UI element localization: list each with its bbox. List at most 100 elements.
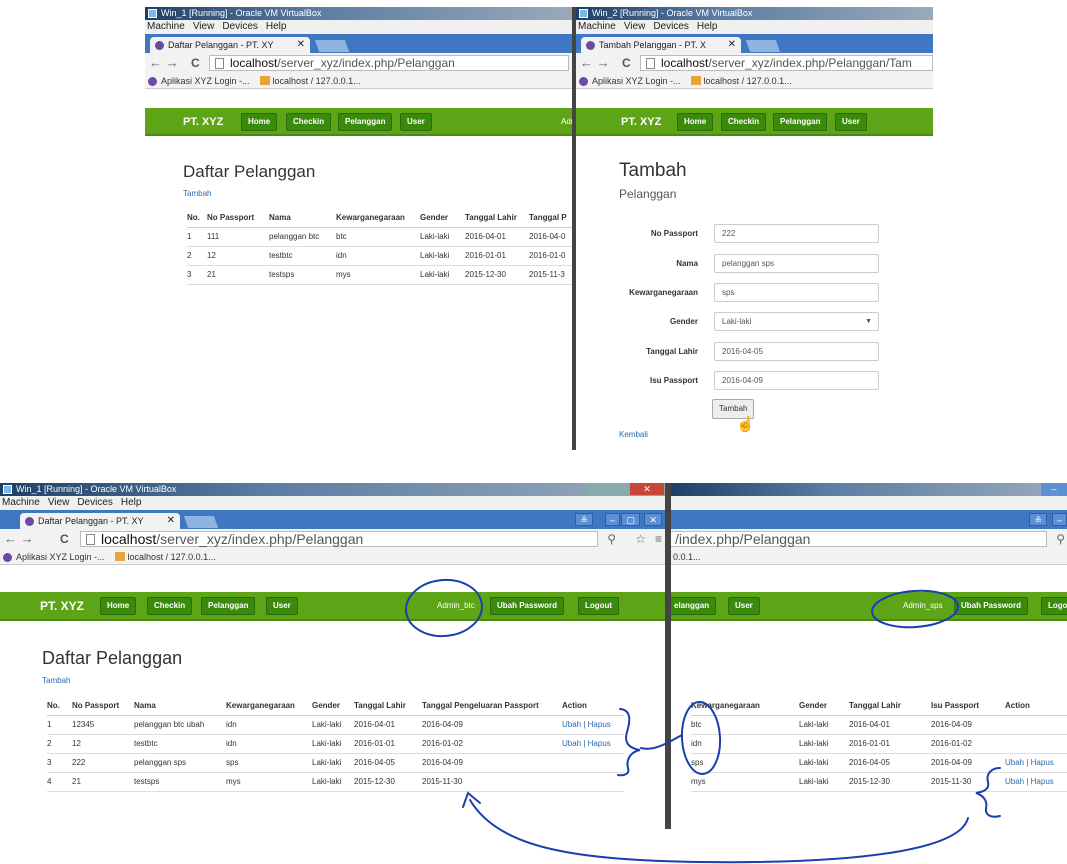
- admin-label[interactable]: Admin_btc: [437, 592, 475, 620]
- select-gender[interactable]: Laki-laki ▼: [714, 312, 879, 331]
- admin-label[interactable]: Admin_sps: [903, 592, 943, 620]
- bookmark-item[interactable]: localhost / 127.0.0.1...: [704, 76, 792, 86]
- ubah-password-button[interactable]: Ubah Password: [954, 597, 1029, 615]
- back-forward-icon[interactable]: ← →: [580, 53, 610, 73]
- input-no-passport[interactable]: 222: [714, 224, 879, 243]
- input-kewarganegaraan[interactable]: sps: [714, 283, 879, 302]
- browser-tab[interactable]: Tambah Pelanggan - PT. X ✕: [581, 37, 741, 53]
- back-forward-icon[interactable]: ← →: [149, 53, 179, 73]
- nav-pelanggan[interactable]: elanggan: [671, 597, 717, 615]
- window-titlebar[interactable]: Win_2 [Running] - Oracle VM VirtualBox: [576, 7, 933, 20]
- zoom-icon[interactable]: ⚲: [607, 529, 616, 549]
- nav-checkin[interactable]: Checkin: [286, 113, 332, 131]
- browser-tab[interactable]: Daftar Pelanggan - PT. XY ✕: [20, 513, 180, 529]
- table-row: 3 21 testsps mys Laki-laki 2015-12-30 2015-11-…: [187, 265, 575, 285]
- input-nama[interactable]: pelanggan sps: [714, 254, 879, 273]
- close-tab-icon[interactable]: ✕: [297, 37, 305, 53]
- nav-pelanggan[interactable]: Pelanggan: [338, 113, 393, 131]
- reload-icon[interactable]: C: [622, 53, 631, 73]
- ubah-password-button[interactable]: Ubah Password: [490, 597, 565, 615]
- ubah-hapus-link[interactable]: Ubah | Hapus: [1005, 777, 1054, 786]
- menu-view[interactable]: View: [193, 21, 215, 32]
- minimize-icon[interactable]: –: [604, 513, 620, 526]
- bookmark-item[interactable]: Aplikasi XYZ Login -...: [16, 552, 105, 562]
- url-input[interactable]: localhost/server_xyz/index.php/Pelanggan…: [640, 55, 933, 71]
- menu-help[interactable]: Help: [266, 21, 287, 32]
- pelanggan-table: No. No Passport Nama Kewarganegaraan Gender T…: [187, 209, 575, 285]
- input-tanggal-lahir[interactable]: 2016-04-05: [714, 342, 879, 361]
- menu-help[interactable]: Help: [121, 497, 142, 508]
- window-titlebar[interactable]: –: [671, 483, 1067, 496]
- menu-devices[interactable]: Devices: [653, 21, 689, 32]
- nav-checkin[interactable]: Checkin: [721, 113, 767, 131]
- tambah-link[interactable]: Tambah: [42, 676, 70, 685]
- dropdown-arrow-icon: ▼: [865, 318, 872, 325]
- back-forward-icon[interactable]: ← →: [4, 529, 34, 549]
- kembali-link[interactable]: Kembali: [619, 430, 648, 439]
- brand-logo[interactable]: PT. XYZ: [183, 108, 223, 136]
- reload-icon[interactable]: C: [60, 529, 69, 549]
- nav-checkin[interactable]: Checkin: [147, 597, 193, 615]
- menu-machine[interactable]: Machine: [147, 21, 185, 32]
- close-tab-icon[interactable]: ✕: [167, 513, 175, 529]
- nav-user[interactable]: User: [266, 597, 298, 615]
- close-tab-icon[interactable]: ✕: [728, 37, 736, 53]
- ubah-hapus-link[interactable]: Ubah | Hapus: [1005, 758, 1054, 767]
- ubah-hapus-link[interactable]: Ubah | Hapus: [562, 720, 611, 729]
- logout-button[interactable]: Logout: [578, 597, 620, 615]
- nav-home[interactable]: Home: [677, 113, 714, 131]
- bookmark-item[interactable]: localhost / 127.0.0.1...: [273, 76, 361, 86]
- menu-help[interactable]: Help: [697, 21, 718, 32]
- browser-tabstrip: Daftar Pelanggan - PT. XY ✕ ≗ – ▢ ✕: [0, 510, 668, 529]
- zoom-icon[interactable]: ⚲: [1056, 529, 1065, 549]
- menu-devices[interactable]: Devices: [77, 497, 113, 508]
- new-tab-button[interactable]: [314, 40, 350, 52]
- nav-user[interactable]: User: [835, 113, 867, 131]
- menu-icon[interactable]: ≡: [655, 529, 662, 549]
- tambah-link[interactable]: Tambah: [183, 189, 211, 198]
- window-title: Win_1 [Running] - Oracle VM VirtualBox: [16, 484, 177, 494]
- bookmarks-bar: Aplikasi XYZ Login -... localhost / 127.0…: [576, 73, 933, 89]
- profile-icon[interactable]: ≗: [1029, 513, 1047, 526]
- reload-icon[interactable]: C: [191, 53, 200, 73]
- brand-logo[interactable]: PT. XYZ: [40, 592, 84, 620]
- brand-logo[interactable]: PT. XYZ: [621, 108, 661, 136]
- nav-home[interactable]: Home: [100, 597, 137, 615]
- url-input[interactable]: localhost/server_xyz/index.php/Pelanggan: [209, 55, 569, 71]
- new-tab-button[interactable]: [183, 516, 219, 528]
- profile-icon[interactable]: ≗: [575, 513, 593, 526]
- nav-pelanggan[interactable]: Pelanggan: [201, 597, 256, 615]
- input-isu-passport[interactable]: 2016-04-09: [714, 371, 879, 390]
- logout-button[interactable]: Logou: [1041, 597, 1067, 615]
- menu-machine[interactable]: Machine: [2, 497, 40, 508]
- menu-devices[interactable]: Devices: [222, 21, 258, 32]
- label-nama: Nama: [676, 259, 698, 268]
- window-controls[interactable]: –: [1041, 483, 1067, 496]
- bookmark-item[interactable]: Aplikasi XYZ Login -...: [592, 76, 681, 86]
- menu-view[interactable]: View: [48, 497, 70, 508]
- new-tab-button[interactable]: [745, 40, 781, 52]
- window-titlebar[interactable]: Win_1 [Running] - Oracle VM VirtualBox: [145, 7, 575, 20]
- close-window-icon[interactable]: ✕: [630, 483, 664, 495]
- nav-home[interactable]: Home: [241, 113, 278, 131]
- vm-window-3: Win_1 [Running] - Oracle VM VirtualBox ✕…: [0, 483, 668, 829]
- bookmark-item[interactable]: localhost / 127.0.0.1...: [128, 552, 216, 562]
- menu-machine[interactable]: Machine: [578, 21, 616, 32]
- star-icon[interactable]: ☆: [635, 529, 646, 549]
- url-input[interactable]: /index.php/Pelanggan: [671, 531, 1047, 547]
- ubah-hapus-link[interactable]: Ubah | Hapus: [562, 739, 611, 748]
- browser-tab[interactable]: Daftar Pelanggan - PT. XY ✕: [150, 37, 310, 53]
- bookmark-item[interactable]: Aplikasi XYZ Login -...: [161, 76, 250, 86]
- minimize-icon[interactable]: –: [1051, 513, 1067, 526]
- nav-pelanggan[interactable]: Pelanggan: [773, 113, 828, 131]
- table-row: 1 12345 pelanggan btc ubah idn Laki-laki 2016…: [47, 715, 624, 735]
- label-gender: Gender: [669, 317, 698, 326]
- close-browser-icon[interactable]: ✕: [644, 513, 662, 526]
- window-titlebar[interactable]: Win_1 [Running] - Oracle VM VirtualBox ✕: [0, 483, 668, 496]
- menu-view[interactable]: View: [624, 21, 646, 32]
- bookmark-item[interactable]: 0.0.1...: [673, 552, 701, 562]
- maximize-icon[interactable]: ▢: [621, 513, 640, 526]
- url-input[interactable]: localhost/server_xyz/index.php/Pelanggan: [80, 531, 598, 547]
- nav-user[interactable]: User: [728, 597, 760, 615]
- nav-user[interactable]: User: [400, 113, 432, 131]
